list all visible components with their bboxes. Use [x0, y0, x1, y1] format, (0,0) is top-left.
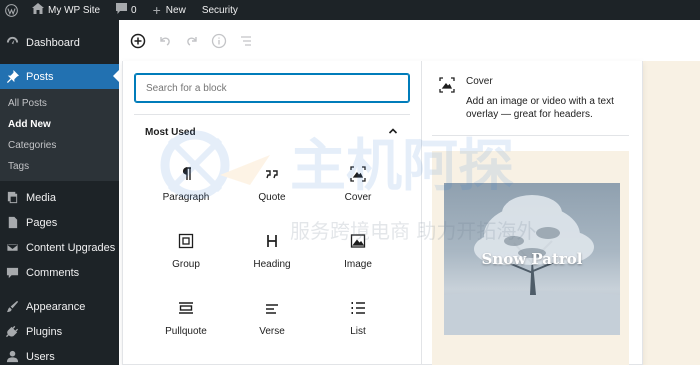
plug-icon [6, 325, 19, 338]
menu-label-content-upgrades: Content Upgrades [26, 241, 116, 254]
menu-item-media[interactable]: Media [0, 185, 119, 210]
undo-icon[interactable] [156, 32, 174, 50]
mail-icon [6, 241, 19, 254]
block-label: Image [344, 259, 372, 270]
block-preview-panel: Cover Add an image or video with a text … [421, 61, 644, 365]
menu-label-appearance: Appearance [26, 300, 86, 313]
pin-icon [6, 70, 19, 83]
menu-label-pages: Pages [26, 216, 58, 229]
submenu-all-posts[interactable]: All Posts [0, 93, 119, 114]
menu-item-appearance[interactable]: Appearance [0, 294, 119, 319]
verse-icon [261, 297, 283, 319]
posts-submenu: All Posts Add New Categories Tags [0, 89, 119, 181]
block-list[interactable]: List [315, 295, 401, 362]
preview-title: Cover [466, 76, 493, 87]
site-name-link[interactable]: My WP Site [24, 0, 108, 20]
block-inserter-panel: Most Used Paragraph Quote [122, 61, 643, 365]
block-label: Verse [259, 326, 285, 337]
redo-icon[interactable] [183, 32, 201, 50]
block-image[interactable]: Image [315, 228, 401, 295]
cover-preview-image: Snow Patrol [444, 183, 620, 335]
block-label: Cover [344, 192, 372, 203]
list-icon [347, 297, 369, 319]
block-label: Paragraph [162, 192, 210, 203]
menu-label-users: Users [26, 350, 55, 363]
heading-icon [261, 230, 283, 252]
cover-preview: Snow Patrol [432, 151, 629, 365]
security-link[interactable]: Security [194, 0, 246, 20]
menu-item-pages[interactable]: Pages [0, 210, 119, 235]
menu-label-posts: Posts [26, 70, 54, 83]
comments-link[interactable]: 0 [108, 0, 145, 20]
menu-item-comments[interactable]: Comments [0, 260, 119, 285]
wordpress-logo-icon[interactable] [0, 0, 24, 20]
media-icon [6, 191, 19, 204]
info-icon[interactable] [210, 32, 228, 50]
menu-item-posts[interactable]: Posts [0, 64, 119, 89]
cover-icon [438, 76, 456, 121]
most-used-section-toggle[interactable]: Most Used [134, 121, 410, 143]
block-cover[interactable]: Cover [315, 161, 401, 228]
block-label: Heading [253, 259, 291, 270]
submenu-add-new[interactable]: Add New [0, 114, 119, 135]
block-label: Group [172, 259, 200, 270]
menu-item-users[interactable]: Users [0, 344, 119, 365]
preview-description: Add an image or video with a text overla… [466, 96, 614, 120]
pages-icon [6, 216, 19, 229]
menu-item-dashboard[interactable]: Dashboard [0, 30, 119, 55]
new-label: New [165, 4, 186, 16]
section-divider [134, 114, 410, 115]
block-paragraph[interactable]: Paragraph [143, 161, 229, 228]
dashboard-icon [6, 36, 19, 49]
menu-item-plugins[interactable]: Plugins [0, 319, 119, 344]
block-verse[interactable]: Verse [229, 295, 315, 362]
add-block-icon[interactable] [129, 32, 147, 50]
image-icon [347, 230, 369, 252]
menu-label-dashboard: Dashboard [26, 36, 80, 49]
home-icon [32, 3, 44, 17]
new-content-link[interactable]: + New [145, 0, 194, 20]
comment-bubble-icon [116, 3, 128, 17]
submenu-tags[interactable]: Tags [0, 156, 119, 177]
group-icon [175, 230, 197, 252]
block-search-input[interactable] [134, 73, 410, 103]
block-group[interactable]: Group [143, 228, 229, 295]
menu-label-comments: Comments [26, 266, 80, 279]
editor-canvas-edge [643, 61, 700, 365]
block-label: Pullquote [165, 326, 207, 337]
outline-icon[interactable] [237, 32, 255, 50]
preview-header: Cover Add an image or video with a text … [438, 76, 626, 121]
block-quote[interactable]: Quote [229, 161, 315, 228]
submenu-categories[interactable]: Categories [0, 135, 119, 156]
inserter-list: Most Used Paragraph Quote [123, 61, 421, 365]
comments-count: 0 [131, 4, 137, 16]
security-label: Security [201, 4, 238, 16]
pullquote-icon [175, 297, 197, 319]
quote-icon [261, 163, 283, 185]
block-pullquote[interactable]: Pullquote [143, 295, 229, 362]
preview-text: Cover Add an image or video with a text … [466, 76, 626, 121]
brush-icon [6, 300, 19, 313]
plus-icon: + [152, 2, 161, 18]
cover-caption: Snow Patrol [481, 250, 583, 268]
user-icon [6, 350, 19, 363]
admin-sidebar: Dashboard Posts All Posts Add New Catego… [0, 20, 119, 365]
comment-icon [6, 266, 19, 279]
block-grid: Paragraph Quote Cover Group Heading Imag… [143, 161, 401, 362]
section-title: Most Used [145, 126, 196, 138]
menu-item-content-upgrades[interactable]: Content Upgrades [0, 235, 119, 260]
cover-icon [347, 163, 369, 185]
admin-bar: My WP Site 0 + New Security [0, 0, 700, 20]
block-heading[interactable]: Heading [229, 228, 315, 295]
editor-toolbar [119, 20, 700, 61]
menu-label-media: Media [26, 191, 56, 204]
site-name-label: My WP Site [48, 4, 101, 16]
preview-divider [432, 135, 629, 136]
chevron-up-icon [387, 125, 399, 140]
menu-label-plugins: Plugins [26, 325, 63, 338]
paragraph-icon [175, 163, 197, 185]
block-label: Quote [258, 192, 286, 203]
block-label: List [350, 326, 366, 337]
